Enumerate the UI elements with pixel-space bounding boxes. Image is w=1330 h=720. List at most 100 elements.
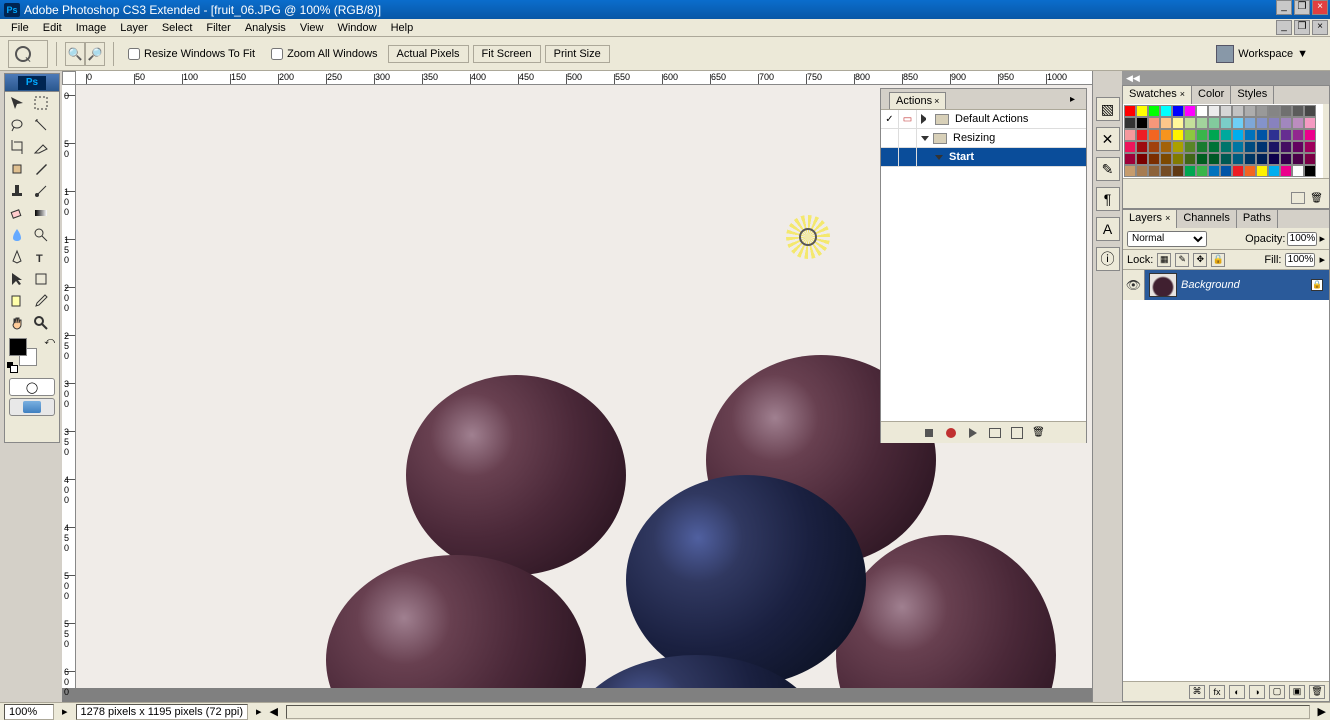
swatch-cell[interactable] bbox=[1160, 117, 1172, 129]
swatch-cell[interactable] bbox=[1292, 153, 1304, 165]
gradient-tool[interactable] bbox=[29, 202, 53, 224]
stop-button[interactable] bbox=[921, 426, 937, 440]
notes-tool[interactable] bbox=[5, 290, 29, 312]
eraser-tool[interactable] bbox=[5, 202, 29, 224]
scroll-left-button[interactable]: ◀ bbox=[270, 705, 278, 718]
delete-swatch-button[interactable]: 🗑 bbox=[1310, 193, 1323, 204]
navigator-icon[interactable]: ▧ bbox=[1096, 97, 1120, 121]
lock-transparency[interactable]: ▦ bbox=[1157, 253, 1171, 267]
swatch-cell[interactable] bbox=[1232, 153, 1244, 165]
swatches-tab[interactable]: Swatches × bbox=[1123, 86, 1192, 104]
menu-view[interactable]: View bbox=[293, 20, 331, 36]
swatch-cell[interactable] bbox=[1172, 105, 1184, 117]
swatch-cell[interactable] bbox=[1184, 105, 1196, 117]
swatch-cell[interactable] bbox=[1268, 129, 1280, 141]
menu-edit[interactable]: Edit bbox=[36, 20, 69, 36]
quick-mask-icon[interactable]: ◯ bbox=[9, 378, 55, 396]
new-group-button[interactable]: ▢ bbox=[1269, 685, 1285, 699]
swatch-cell[interactable] bbox=[1184, 165, 1196, 177]
expand-toggle[interactable] bbox=[921, 114, 931, 124]
delete-button[interactable] bbox=[1031, 426, 1047, 440]
swatch-cell[interactable] bbox=[1220, 141, 1232, 153]
crop-tool[interactable] bbox=[5, 136, 29, 158]
zoom-all-checkbox[interactable] bbox=[271, 48, 283, 60]
swatch-cell[interactable] bbox=[1124, 141, 1136, 153]
default-colors-icon[interactable] bbox=[7, 362, 17, 372]
new-set-button[interactable] bbox=[987, 426, 1003, 440]
menu-file[interactable]: File bbox=[4, 20, 36, 36]
layer-name[interactable]: Background bbox=[1181, 279, 1240, 291]
swatch-cell[interactable] bbox=[1196, 165, 1208, 177]
swatch-cell[interactable] bbox=[1148, 165, 1160, 177]
menu-help[interactable]: Help bbox=[384, 20, 421, 36]
swatch-cell[interactable] bbox=[1220, 153, 1232, 165]
resize-windows-check[interactable]: Resize Windows To Fit bbox=[128, 48, 255, 60]
opacity-input[interactable] bbox=[1287, 232, 1317, 246]
horizontal-scrollbar[interactable] bbox=[286, 705, 1310, 719]
swatch-cell[interactable] bbox=[1196, 153, 1208, 165]
swatch-cell[interactable] bbox=[1184, 141, 1196, 153]
minimize-button[interactable]: _ bbox=[1276, 0, 1292, 15]
fit-screen-button[interactable]: Fit Screen bbox=[473, 45, 541, 63]
swatch-cell[interactable] bbox=[1208, 129, 1220, 141]
layers-tab[interactable]: Layers × bbox=[1123, 210, 1177, 228]
path-select-tool[interactable] bbox=[5, 268, 29, 290]
tool-preset-picker[interactable] bbox=[8, 40, 48, 68]
menu-select[interactable]: Select bbox=[155, 20, 200, 36]
delete-layer-button[interactable]: 🗑 bbox=[1309, 685, 1325, 699]
layer-thumbnail[interactable] bbox=[1149, 273, 1177, 297]
slice-tool[interactable] bbox=[29, 136, 53, 158]
actions-tab[interactable]: Actions × bbox=[889, 92, 946, 109]
visibility-toggle[interactable]: 👁 bbox=[1123, 270, 1145, 300]
chevron-icon[interactable]: ▸ bbox=[1319, 232, 1325, 245]
swatch-cell[interactable] bbox=[1160, 129, 1172, 141]
swatch-cell[interactable] bbox=[1292, 105, 1304, 117]
swatch-cell[interactable] bbox=[1244, 165, 1256, 177]
swatch-cell[interactable] bbox=[1124, 105, 1136, 117]
healing-tool[interactable] bbox=[5, 158, 29, 180]
swatch-cell[interactable] bbox=[1184, 153, 1196, 165]
swatch-cell[interactable] bbox=[1124, 153, 1136, 165]
swatch-cell[interactable] bbox=[1232, 117, 1244, 129]
swatch-cell[interactable] bbox=[1172, 153, 1184, 165]
swatch-cell[interactable] bbox=[1304, 105, 1316, 117]
action-row[interactable]: Resizing bbox=[881, 129, 1086, 148]
swatch-cell[interactable] bbox=[1124, 165, 1136, 177]
zoom-in-icon[interactable]: 🔍 bbox=[65, 42, 85, 66]
swatch-cell[interactable] bbox=[1172, 165, 1184, 177]
swatch-cell[interactable] bbox=[1208, 153, 1220, 165]
swatch-cell[interactable] bbox=[1136, 105, 1148, 117]
paths-tab[interactable]: Paths bbox=[1237, 210, 1278, 228]
mdi-restore[interactable]: ❐ bbox=[1294, 20, 1310, 35]
swatch-cell[interactable] bbox=[1280, 117, 1292, 129]
swatch-cell[interactable] bbox=[1268, 117, 1280, 129]
swatch-cell[interactable] bbox=[1292, 165, 1304, 177]
swatch-cell[interactable] bbox=[1148, 117, 1160, 129]
swatch-cell[interactable] bbox=[1280, 165, 1292, 177]
swatch-cell[interactable] bbox=[1208, 165, 1220, 177]
swatch-cell[interactable] bbox=[1208, 117, 1220, 129]
swatch-cell[interactable] bbox=[1256, 153, 1268, 165]
stamp-tool[interactable] bbox=[5, 180, 29, 202]
swatch-cell[interactable] bbox=[1136, 153, 1148, 165]
wand-tool[interactable] bbox=[29, 114, 53, 136]
swatch-cell[interactable] bbox=[1124, 117, 1136, 129]
menu-layer[interactable]: Layer bbox=[113, 20, 155, 36]
close-button[interactable]: × bbox=[1312, 0, 1328, 15]
foreground-color[interactable] bbox=[9, 338, 27, 356]
swatch-cell[interactable] bbox=[1160, 105, 1172, 117]
swatch-cell[interactable] bbox=[1232, 165, 1244, 177]
blend-mode-select[interactable]: Normal bbox=[1127, 231, 1207, 247]
action-row[interactable]: Start bbox=[881, 148, 1086, 167]
swatch-cell[interactable] bbox=[1172, 117, 1184, 129]
swatch-cell[interactable] bbox=[1268, 105, 1280, 117]
swatch-cell[interactable] bbox=[1160, 141, 1172, 153]
brushes-icon[interactable]: ✎ bbox=[1096, 157, 1120, 181]
swatch-cell[interactable] bbox=[1184, 129, 1196, 141]
dock-collapse-bar[interactable]: ◀◀ bbox=[1122, 71, 1330, 85]
swatch-cell[interactable] bbox=[1184, 117, 1196, 129]
new-swatch-button[interactable] bbox=[1291, 192, 1305, 204]
swatch-cell[interactable] bbox=[1232, 141, 1244, 153]
swatch-cell[interactable] bbox=[1292, 129, 1304, 141]
swatch-cell[interactable] bbox=[1148, 141, 1160, 153]
